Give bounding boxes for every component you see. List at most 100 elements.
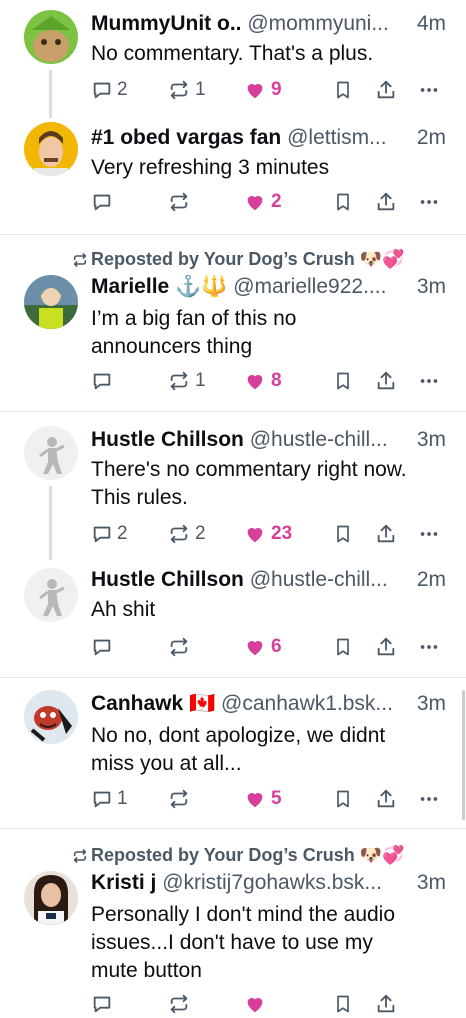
reply-button[interactable] bbox=[91, 633, 117, 661]
reply-button[interactable]: 2 bbox=[91, 76, 128, 104]
more-button[interactable] bbox=[417, 367, 441, 395]
avatar[interactable] bbox=[24, 690, 78, 744]
like-button[interactable]: 5 bbox=[243, 785, 282, 813]
reply-button[interactable] bbox=[91, 367, 117, 395]
more-button[interactable] bbox=[417, 188, 441, 216]
avatar[interactable] bbox=[24, 10, 78, 64]
handle[interactable]: @canhawk1.bsk... bbox=[221, 692, 393, 715]
avatar[interactable] bbox=[24, 871, 78, 925]
share-button[interactable] bbox=[375, 990, 397, 1018]
bookmark-button[interactable] bbox=[333, 785, 353, 813]
author-line[interactable]: Kristi j @kristij7gohawks.bsk... bbox=[91, 871, 446, 895]
like-button[interactable]: 2 bbox=[243, 188, 282, 216]
bookmark-button[interactable] bbox=[333, 520, 353, 548]
heart-icon bbox=[247, 528, 263, 543]
post-6[interactable]: Canhawk 🇨🇦 @canhawk1.bsk... 3m No no, do… bbox=[0, 678, 466, 828]
share-button[interactable] bbox=[375, 785, 397, 813]
more-button[interactable] bbox=[417, 785, 441, 813]
reply-icon bbox=[93, 526, 111, 543]
more-button[interactable] bbox=[417, 633, 441, 661]
display-name[interactable]: #1 obed vargas fan bbox=[91, 126, 281, 149]
timestamp[interactable]: 3m bbox=[410, 871, 446, 895]
avatar[interactable] bbox=[24, 568, 78, 622]
share-icon bbox=[377, 994, 395, 1013]
post-text: No commentary. That's a plus. bbox=[91, 40, 446, 68]
like-button[interactable] bbox=[243, 990, 267, 1018]
avatar[interactable] bbox=[24, 122, 78, 176]
post-1[interactable]: MummyUnit o.. @mommyuni... 4m No comment… bbox=[0, 0, 466, 120]
author-line[interactable]: Hustle Chillson @hustle-chill... bbox=[91, 428, 446, 452]
share-button[interactable] bbox=[375, 188, 397, 216]
post-5[interactable]: Hustle Chillson @hustle-chill... 2m Ah s… bbox=[0, 560, 466, 677]
repost-indicator[interactable]: Reposted by Your Dog’s Crush 🐶💞 bbox=[72, 845, 405, 866]
timestamp[interactable]: 2m bbox=[410, 126, 446, 150]
display-name[interactable]: Kristi j bbox=[91, 871, 156, 894]
timestamp[interactable]: 3m bbox=[410, 692, 446, 716]
author-line[interactable]: Marielle ⚓🔱 @marielle922.... bbox=[91, 275, 446, 299]
heart-icon bbox=[247, 641, 263, 656]
bookmark-button[interactable] bbox=[333, 367, 353, 395]
timestamp[interactable]: 3m bbox=[410, 428, 446, 452]
more-icon bbox=[420, 532, 438, 536]
avatar[interactable] bbox=[24, 275, 78, 329]
like-button[interactable]: 6 bbox=[243, 633, 282, 661]
timestamp[interactable]: 4m bbox=[410, 12, 446, 36]
repost-button[interactable] bbox=[167, 785, 195, 813]
share-button[interactable] bbox=[375, 76, 397, 104]
bookmark-button[interactable] bbox=[333, 188, 353, 216]
repost-button[interactable]: 2 bbox=[167, 520, 206, 548]
repost-button[interactable] bbox=[167, 633, 195, 661]
timestamp[interactable]: 2m bbox=[410, 568, 446, 592]
post-4[interactable]: Hustle Chillson @hustle-chill... 3m Ther… bbox=[0, 412, 466, 560]
like-button[interactable]: 8 bbox=[243, 367, 282, 395]
display-name[interactable]: Hustle Chillson bbox=[91, 428, 244, 451]
post-7[interactable]: Reposted by Your Dog’s Crush 🐶💞 Kristi j… bbox=[0, 829, 466, 1014]
handle[interactable]: @marielle922.... bbox=[233, 275, 386, 298]
post-text-line: Very refreshing 3 minutes bbox=[91, 156, 330, 179]
handle[interactable]: @hustle-chill... bbox=[250, 568, 388, 591]
repost-button[interactable] bbox=[167, 990, 191, 1018]
handle[interactable]: @hustle-chill... bbox=[250, 428, 388, 451]
timestamp[interactable]: 3m bbox=[410, 275, 446, 299]
reply-button[interactable] bbox=[91, 990, 113, 1018]
reply-button[interactable]: 2 bbox=[91, 520, 128, 548]
avatar[interactable] bbox=[24, 426, 78, 480]
handle[interactable]: @kristij7gohawks.bsk... bbox=[162, 871, 382, 894]
author-line[interactable]: MummyUnit o.. @mommyuni... bbox=[91, 12, 446, 36]
bookmark-button[interactable] bbox=[333, 633, 353, 661]
display-name[interactable]: Hustle Chillson bbox=[91, 568, 244, 591]
author-line[interactable]: Hustle Chillson @hustle-chill... bbox=[91, 568, 446, 592]
post-text: No no, dont apologize, we didnt miss you … bbox=[91, 722, 446, 778]
share-button[interactable] bbox=[375, 633, 397, 661]
handle[interactable]: @mommyuni... bbox=[247, 12, 389, 35]
scrollbar[interactable] bbox=[462, 690, 465, 820]
author-line[interactable]: #1 obed vargas fan @lettism... bbox=[91, 126, 446, 150]
like-button[interactable]: 9 bbox=[243, 76, 282, 104]
bookmark-button[interactable] bbox=[333, 990, 353, 1018]
post-2[interactable]: #1 obed vargas fan @lettism... 2m Very r… bbox=[0, 120, 466, 234]
reply-icon bbox=[93, 639, 111, 656]
share-button[interactable] bbox=[375, 367, 397, 395]
repost-indicator[interactable]: Reposted by Your Dog’s Crush 🐶💞 bbox=[72, 249, 405, 270]
post-3[interactable]: Reposted by Your Dog’s Crush 🐶💞 Marielle… bbox=[0, 235, 466, 411]
thread-line bbox=[49, 70, 52, 118]
repost-button[interactable]: 1 bbox=[167, 76, 206, 104]
handle[interactable]: @lettism... bbox=[287, 126, 387, 149]
like-button[interactable]: 23 bbox=[243, 520, 292, 548]
more-icon bbox=[420, 797, 438, 801]
reply-count: 2 bbox=[117, 79, 128, 100]
repost-button[interactable]: 1 bbox=[167, 367, 206, 395]
post-text-line: No no, dont apologize, we didnt bbox=[91, 724, 386, 747]
reply-button[interactable] bbox=[91, 188, 117, 216]
bookmark-button[interactable] bbox=[333, 76, 353, 104]
display-name[interactable]: Canhawk 🇨🇦 bbox=[91, 692, 215, 715]
display-name[interactable]: Marielle ⚓🔱 bbox=[91, 275, 227, 298]
reply-button[interactable]: 1 bbox=[91, 785, 128, 813]
display-name[interactable]: MummyUnit o.. bbox=[91, 12, 242, 35]
like-count: 8 bbox=[271, 370, 282, 391]
repost-button[interactable] bbox=[167, 188, 195, 216]
share-button[interactable] bbox=[375, 520, 397, 548]
author-line[interactable]: Canhawk 🇨🇦 @canhawk1.bsk... bbox=[91, 692, 446, 716]
more-button[interactable] bbox=[417, 76, 441, 104]
more-button[interactable] bbox=[417, 520, 441, 548]
